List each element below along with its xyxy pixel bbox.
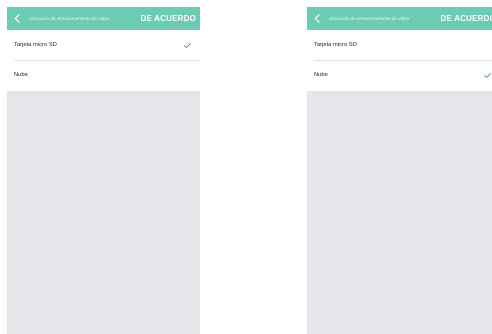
option-label: Nube (314, 72, 328, 78)
nav-header: Ubicación de almacenamiento de video DE … (7, 7, 200, 30)
checkmark-icon (183, 42, 191, 49)
chevron-left-icon (14, 14, 20, 23)
ok-button[interactable]: DE ACUERDO (141, 14, 200, 23)
back-button[interactable] (307, 7, 327, 30)
option-label: Nube (14, 72, 28, 78)
nav-header: Ubicación de almacenamiento de video DE … (307, 7, 492, 30)
option-cloud[interactable]: Nube (7, 60, 200, 90)
empty-background (307, 91, 492, 334)
option-label: Tarjeta micro SD (314, 42, 357, 48)
checkmark-icon (483, 72, 491, 79)
option-label: Tarjeta micro SD (14, 42, 57, 48)
chevron-left-icon (314, 14, 320, 23)
storage-screen-cloud: Ubicación de almacenamiento de video DE … (307, 7, 492, 334)
storage-options-list: Tarjeta micro SD Nube (7, 30, 200, 90)
option-cloud[interactable]: Nube (307, 60, 492, 90)
header-title: Ubicación de almacenamiento de video (329, 16, 410, 21)
header-title: Ubicación de almacenamiento de video (29, 16, 110, 21)
ok-button[interactable]: DE ACUERDO (441, 14, 492, 23)
back-button[interactable] (7, 7, 27, 30)
empty-background (7, 91, 200, 334)
storage-options-list: Tarjeta micro SD Nube (307, 30, 492, 90)
storage-screen-sd: Ubicación de almacenamiento de video DE … (7, 7, 200, 334)
option-micro-sd[interactable]: Tarjeta micro SD (7, 30, 200, 60)
option-micro-sd[interactable]: Tarjeta micro SD (307, 30, 492, 60)
